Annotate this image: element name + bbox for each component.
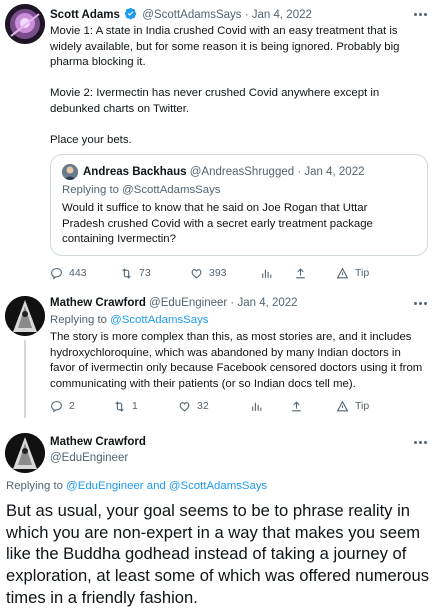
timestamp[interactable]: Jan 4, 2022: [237, 297, 297, 309]
verified-badge-icon: [124, 7, 137, 20]
replying-handle: @ScottAdamsSays: [122, 184, 221, 196]
handle[interactable]: @ScottAdamsSays: [142, 9, 241, 21]
tip-button[interactable]: Tip: [336, 266, 370, 280]
quote-header: Andreas Backhaus @AndreasShrugged · Jan …: [83, 165, 365, 180]
reply-icon: [51, 400, 62, 412]
reply-button[interactable]: 443: [50, 267, 87, 280]
tip-button[interactable]: Tip: [336, 399, 370, 413]
handle[interactable]: @EduEngineer: [149, 297, 227, 309]
analytics-icon: [262, 269, 272, 278]
analytics-icon: [252, 402, 262, 411]
replying-to: Replying to @EduEngineer and @ScottAdams…: [6, 480, 267, 492]
display-name: Andreas Backhaus: [83, 166, 187, 178]
main-author: Mathew Crawford @EduEngineer: [50, 435, 146, 466]
display-name[interactable]: Mathew Crawford: [50, 297, 146, 309]
avatar[interactable]: [5, 433, 45, 473]
replying-prefix: Replying to: [50, 314, 107, 326]
analytics-button[interactable]: [260, 267, 279, 280]
quoted-tweet[interactable]: Andreas Backhaus @AndreasShrugged · Jan …: [50, 154, 428, 256]
replying-prefix: Replying to: [62, 184, 119, 196]
tweet-mathew-crawford-reply[interactable]: Mathew Crawford @EduEngineer · Jan 4, 20…: [0, 292, 436, 420]
replying-to: Replying to @ScottAdamsSays: [62, 183, 220, 198]
display-name[interactable]: Scott Adams: [50, 9, 120, 21]
reply-button[interactable]: 2: [50, 400, 75, 413]
tip-icon: [336, 266, 349, 278]
like-button[interactable]: 32: [178, 400, 209, 413]
tip-icon: [336, 399, 349, 411]
retweet-count: 73: [139, 267, 151, 279]
thread-line: [24, 340, 26, 418]
handle: @AndreasShrugged: [189, 166, 295, 178]
tweet-text: Movie 1: A state in India crushed Covid …: [50, 25, 400, 146]
more-icon[interactable]: [414, 302, 428, 306]
share-icon: [292, 400, 301, 411]
share-button[interactable]: [290, 400, 309, 413]
avatar: [62, 164, 78, 180]
reply-icon: [51, 267, 62, 279]
share-button[interactable]: [294, 267, 313, 280]
replying-to: Replying to @ScottAdamsSays: [50, 313, 208, 328]
reply-count: 2: [69, 400, 75, 412]
reply-count: 443: [69, 267, 87, 279]
quote-text: Would it suffice to know that he said on…: [62, 202, 373, 245]
display-name[interactable]: Mathew Crawford: [50, 435, 146, 450]
replying-handles-link[interactable]: @EduEngineer and @ScottAdamsSays: [66, 480, 267, 492]
tip-label: Tip: [355, 267, 370, 279]
tweet-header: Scott Adams @ScottAdamsSays · Jan 4, 202…: [50, 7, 312, 23]
share-icon: [296, 267, 305, 278]
retweet-icon: [115, 400, 124, 412]
retweet-button[interactable]: 1: [113, 400, 138, 413]
like-icon: [179, 401, 190, 411]
timestamp: Jan 4, 2022: [304, 166, 365, 178]
separator-dot: ·: [244, 9, 249, 21]
analytics-button[interactable]: [250, 400, 269, 413]
like-count: 32: [197, 400, 209, 412]
timestamp[interactable]: Jan 4, 2022: [252, 9, 312, 21]
tweet-scott-adams[interactable]: Scott Adams @ScottAdamsSays · Jan 4, 202…: [0, 0, 436, 290]
main-tweet-text: But as usual, your goal seems to be to p…: [6, 501, 430, 607]
like-count: 393: [209, 267, 227, 279]
tweet-text: The story is more complex than this, as …: [50, 331, 423, 390]
replying-handle-link[interactable]: @ScottAdamsSays: [110, 314, 208, 326]
tip-label: Tip: [355, 400, 370, 412]
tweet-header: Mathew Crawford @EduEngineer · Jan 4, 20…: [50, 296, 298, 311]
handle[interactable]: @EduEngineer: [50, 451, 146, 466]
retweet-icon: [122, 267, 131, 279]
retweet-button[interactable]: 73: [120, 267, 151, 280]
avatar[interactable]: [5, 4, 45, 44]
more-icon[interactable]: [414, 13, 428, 17]
like-icon: [191, 268, 202, 278]
more-icon[interactable]: [414, 441, 428, 445]
avatar[interactable]: [5, 296, 45, 336]
like-button[interactable]: 393: [190, 267, 227, 280]
retweet-count: 1: [132, 400, 138, 412]
separator-dot: ·: [297, 166, 302, 178]
replying-prefix: Replying to: [6, 480, 63, 492]
separator-dot: ·: [230, 297, 235, 309]
